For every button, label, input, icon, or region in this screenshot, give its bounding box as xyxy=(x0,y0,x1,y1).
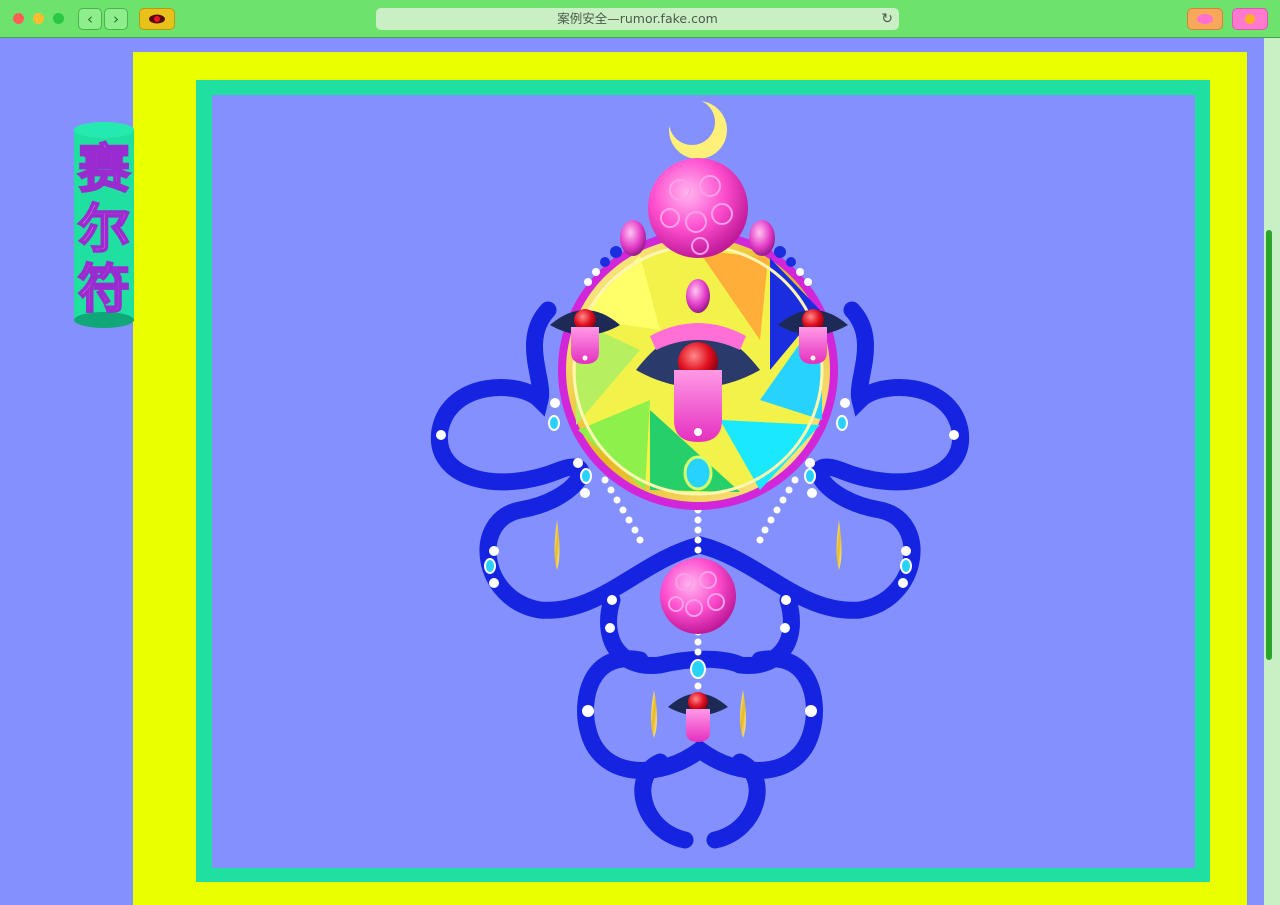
top-pink-sphere xyxy=(648,158,748,258)
crescent-moon xyxy=(669,99,727,159)
talisman-artwork xyxy=(430,99,970,849)
bottom-eye xyxy=(668,692,728,742)
bottom-pink-sphere xyxy=(660,558,736,634)
bottom-gem xyxy=(690,659,706,679)
